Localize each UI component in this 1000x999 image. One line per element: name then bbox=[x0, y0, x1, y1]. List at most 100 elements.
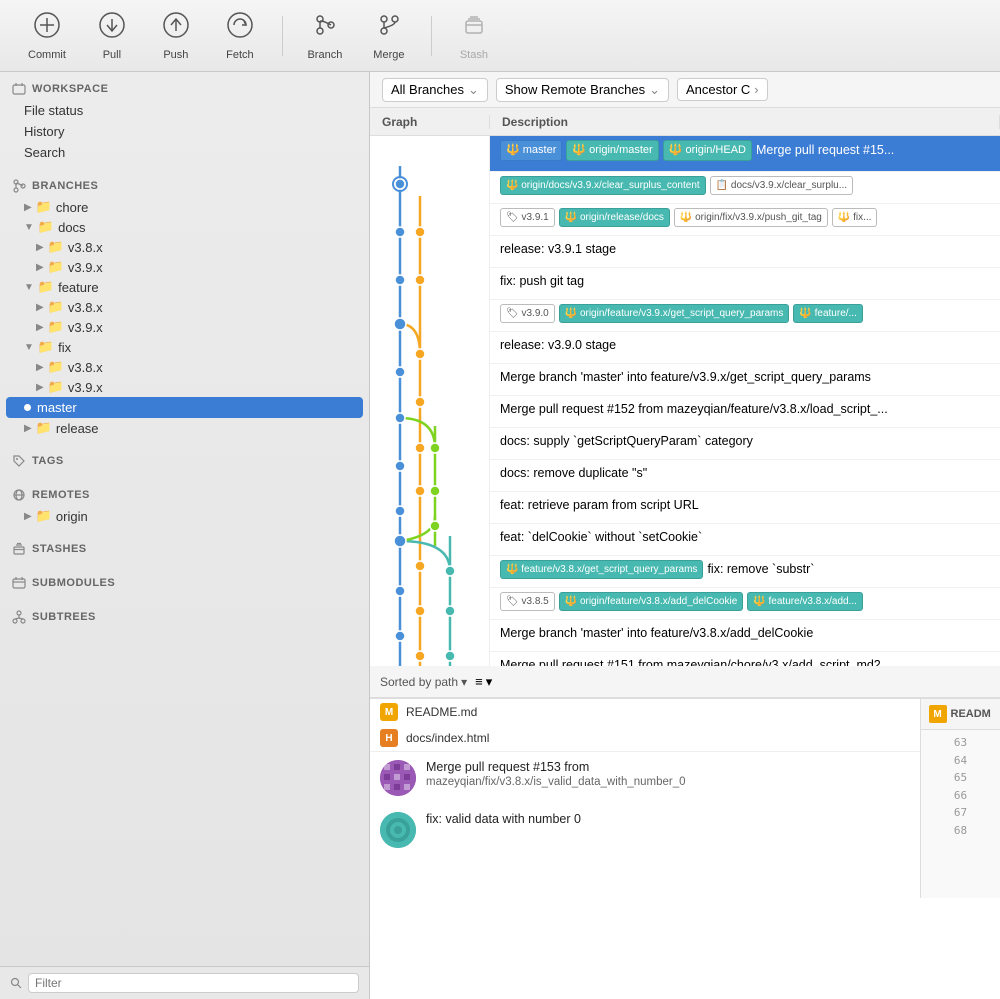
sidebar-item-master[interactable]: master bbox=[6, 397, 363, 418]
commits-list: 🔱 master 🔱 origin/master 🔱 origin/HEAD M… bbox=[490, 136, 1000, 666]
view-options-button[interactable]: ≡ ▾ bbox=[475, 674, 492, 690]
branch-icon bbox=[311, 11, 339, 45]
branch-docs-v38x[interactable]: ▶ 📁 v3.8.x bbox=[0, 237, 369, 257]
sidebar-item-file-status[interactable]: File status bbox=[0, 100, 369, 121]
folder-icon: 📁 bbox=[48, 359, 64, 375]
commit-desc: docs: remove duplicate "s" bbox=[500, 464, 990, 483]
commit-desc: feat: retrieve param from script URL bbox=[500, 496, 990, 515]
submodules-icon bbox=[12, 576, 26, 590]
chevron-right-icon: ▶ bbox=[24, 423, 32, 434]
commit-row[interactable]: fix: push git tag bbox=[490, 268, 1000, 300]
push-label: Push bbox=[163, 49, 188, 61]
commit-row[interactable]: Merge branch 'master' into feature/v3.8.… bbox=[490, 620, 1000, 652]
remote-branches-button[interactable]: Show Remote Branches ⌄ bbox=[496, 78, 669, 102]
folder-icon: 📁 bbox=[36, 199, 52, 215]
filter-input[interactable] bbox=[28, 973, 359, 993]
remotes-header: REMOTES bbox=[0, 484, 369, 506]
branch-tag: 🔱 origin/docs/v3.9.x/clear_surplus_conte… bbox=[500, 176, 706, 195]
commit-row[interactable]: 🔱 master 🔱 origin/master 🔱 origin/HEAD M… bbox=[490, 136, 1000, 172]
sidebar-filter bbox=[0, 966, 369, 999]
toolbar-fetch[interactable]: Fetch bbox=[210, 7, 270, 65]
commit-row[interactable]: release: v3.9.1 stage bbox=[490, 236, 1000, 268]
file-item-readme[interactable]: M README.md bbox=[370, 699, 920, 725]
branch-fix-v38x[interactable]: ▶ 📁 v3.8.x bbox=[0, 357, 369, 377]
sort-button[interactable]: Sorted by path ▾ bbox=[380, 675, 467, 689]
list-view-icon: ≡ bbox=[475, 674, 483, 689]
graph-header: Graph Description bbox=[370, 108, 1000, 136]
commit-detail-row-2: fix: valid data with number 0 bbox=[370, 804, 920, 856]
history-label: History bbox=[24, 124, 64, 139]
branch-chore[interactable]: ▶ 📁 chore bbox=[0, 197, 369, 217]
commit-row[interactable]: 🔱 feature/v3.8.x/get_script_query_params… bbox=[490, 556, 1000, 588]
commit-row[interactable]: feat: retrieve param from script URL bbox=[490, 492, 1000, 524]
branch-tag: 🔱 fix... bbox=[832, 208, 878, 227]
stash-icon bbox=[460, 11, 488, 45]
branch-docs-v39x[interactable]: ▶ 📁 v3.9.x bbox=[0, 257, 369, 277]
commit-row[interactable]: Merge branch 'master' into feature/v3.9.… bbox=[490, 364, 1000, 396]
branch-tag: 🔱 origin/release/docs bbox=[559, 208, 670, 227]
commit-text: release: v3.9.0 stage bbox=[500, 336, 616, 355]
folder-icon: 📁 bbox=[38, 339, 54, 355]
file-icon-readme: M bbox=[380, 703, 398, 721]
line-numbers: 63 64 65 66 67 68 bbox=[946, 730, 975, 844]
chevron-down-icon: ▾ bbox=[461, 675, 467, 689]
commit-desc: feat: `delCookie` without `setCookie` bbox=[500, 528, 990, 547]
merge-label: Merge bbox=[373, 49, 404, 61]
tags-section: TAGS bbox=[0, 444, 369, 478]
toolbar-branch[interactable]: Branch bbox=[295, 7, 355, 65]
branch-fix[interactable]: ▼ 📁 fix bbox=[0, 337, 369, 357]
sidebar-item-history[interactable]: History bbox=[0, 121, 369, 142]
readme-label: READM bbox=[951, 708, 991, 720]
commit-row[interactable]: 🏷 v3.9.1 🔱 origin/release/docs 🔱 origin/… bbox=[490, 204, 1000, 236]
commit-row[interactable]: docs: remove duplicate "s" bbox=[490, 460, 1000, 492]
chevron-right-icon: ▶ bbox=[36, 242, 44, 253]
commit-row[interactable]: release: v3.9.0 stage bbox=[490, 332, 1000, 364]
remote-origin[interactable]: ▶ 📁 origin bbox=[0, 506, 369, 526]
chevron-down-icon: ▼ bbox=[24, 282, 34, 293]
toolbar-stash[interactable]: Stash bbox=[444, 7, 504, 65]
commit-desc: 🏷 v3.8.5 🔱 origin/feature/v3.8.x/add_del… bbox=[500, 592, 990, 611]
avatar-img-1 bbox=[380, 760, 416, 796]
branch-feature-v38x[interactable]: ▶ 📁 v3.8.x bbox=[0, 297, 369, 317]
subtrees-section: SUBTREES bbox=[0, 600, 369, 634]
branch-docs[interactable]: ▼ 📁 docs bbox=[0, 217, 369, 237]
commit-row[interactable]: 🏷 v3.8.5 🔱 origin/feature/v3.8.x/add_del… bbox=[490, 588, 1000, 620]
fetch-icon bbox=[226, 11, 254, 45]
commit-text: fix: push git tag bbox=[500, 272, 584, 291]
commit-text: release: v3.9.1 stage bbox=[500, 240, 616, 259]
chevron-down-icon: ⌄ bbox=[468, 82, 479, 98]
branch-fix-v39x[interactable]: ▶ 📁 v3.9.x bbox=[0, 377, 369, 397]
sidebar-item-search[interactable]: Search bbox=[0, 142, 369, 163]
branch-feature-v39x[interactable]: ▶ 📁 v3.9.x bbox=[0, 317, 369, 337]
chevron-right-icon: ▶ bbox=[24, 511, 32, 522]
graph-area bbox=[370, 136, 490, 666]
commit-graph-svg bbox=[370, 136, 490, 666]
version-tag: 🏷 v3.9.0 bbox=[500, 304, 555, 323]
commit-row[interactable]: Merge pull request #151 from mazeyqian/c… bbox=[490, 652, 1000, 666]
branch-release[interactable]: ▶ 📁 release bbox=[0, 418, 369, 438]
workspace-header: WORKSPACE bbox=[0, 78, 369, 100]
branch-selector[interactable]: All Branches ⌄ bbox=[382, 78, 488, 102]
commit-row[interactable]: 🏷 v3.9.0 🔱 origin/feature/v3.9.x/get_scr… bbox=[490, 300, 1000, 332]
toolbar-pull[interactable]: Pull bbox=[82, 7, 142, 65]
commit-row[interactable]: Merge pull request #152 from mazeyqian/f… bbox=[490, 396, 1000, 428]
commit-subtitle-1: mazeyqian/fix/v3.8.x/is_valid_data_with_… bbox=[426, 776, 910, 788]
pull-label: Pull bbox=[103, 49, 121, 61]
right-panel: M READM 63 64 65 66 67 68 bbox=[920, 699, 1000, 898]
file-item-docs[interactable]: H docs/index.html bbox=[370, 725, 920, 751]
commit-row[interactable]: feat: `delCookie` without `setCookie` bbox=[490, 524, 1000, 556]
version-tag: 🏷 v3.9.1 bbox=[500, 208, 555, 227]
bottom-panels: M README.md H docs/index.html bbox=[370, 698, 1000, 898]
commit-row[interactable]: 🔱 origin/docs/v3.9.x/clear_surplus_conte… bbox=[490, 172, 1000, 204]
avatar-pattern-2 bbox=[380, 812, 416, 848]
active-branch-indicator bbox=[24, 404, 31, 411]
chevron-right-icon: › bbox=[754, 82, 758, 97]
readme-header: M READM bbox=[921, 699, 1000, 730]
toolbar-push[interactable]: Push bbox=[146, 7, 206, 65]
toolbar-merge[interactable]: Merge bbox=[359, 7, 419, 65]
branch-feature[interactable]: ▼ 📁 feature bbox=[0, 277, 369, 297]
commit-row[interactable]: docs: supply `getScriptQueryParam` categ… bbox=[490, 428, 1000, 460]
toolbar-commit[interactable]: Commit bbox=[16, 7, 78, 65]
ancestor-button[interactable]: Ancestor C › bbox=[677, 78, 768, 101]
toolbar-divider-1 bbox=[282, 16, 283, 56]
